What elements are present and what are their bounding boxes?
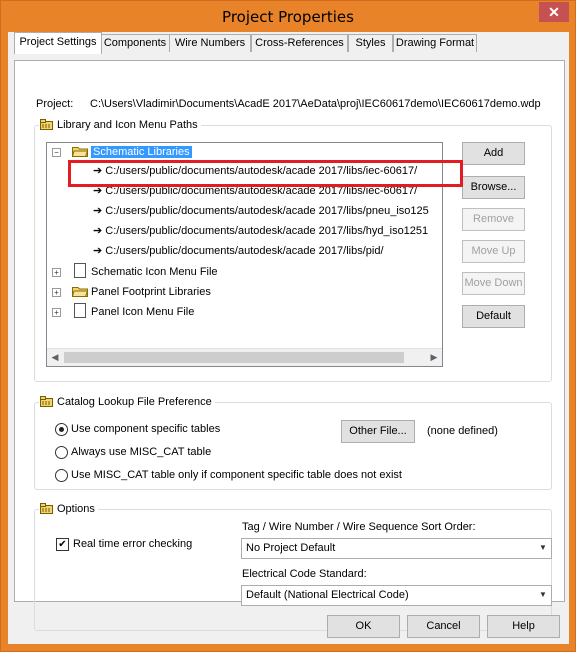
title-bar[interactable]: Project Properties ✕ bbox=[1, 1, 575, 31]
tab-project-settings[interactable]: Project Settings bbox=[14, 32, 102, 54]
collapse-icon[interactable]: − bbox=[52, 148, 61, 157]
close-icon[interactable]: ✕ bbox=[539, 2, 569, 22]
tree-node-path[interactable]: ➔ C:/users/public/documents/autodesk/aca… bbox=[93, 243, 384, 259]
help-button[interactable]: Help bbox=[487, 615, 560, 638]
browse-button[interactable]: Browse... bbox=[462, 176, 525, 199]
tree-node-schematic-libraries[interactable]: Schematic Libraries bbox=[91, 144, 192, 160]
scroll-right-icon[interactable]: ▶ bbox=[427, 351, 441, 364]
arrow-icon: ➔ bbox=[93, 225, 103, 237]
options-title: Options bbox=[39, 502, 98, 516]
add-button[interactable]: Add bbox=[462, 142, 525, 165]
sort-order-value: No Project Default bbox=[246, 542, 336, 554]
tree-node-path[interactable]: ➔ C:/users/public/documents/autodesk/aca… bbox=[93, 223, 428, 239]
catalog-lookup-group: Catalog Lookup File Preference Use compo… bbox=[34, 395, 552, 490]
radio-label[interactable]: Use MISC_CAT table only if component spe… bbox=[71, 469, 402, 481]
library-icon bbox=[40, 119, 53, 130]
chevron-down-icon[interactable]: ▼ bbox=[537, 589, 549, 601]
folder-open-icon bbox=[72, 287, 88, 297]
radio-misc-cat[interactable] bbox=[55, 446, 68, 459]
realtime-checkbox[interactable]: ✔ bbox=[56, 538, 69, 551]
arrow-icon: ➔ bbox=[93, 245, 103, 257]
code-standard-select[interactable]: Default (National Electrical Code) ▼ bbox=[241, 585, 552, 606]
other-file-status: (none defined) bbox=[427, 425, 498, 437]
library-icon bbox=[40, 396, 53, 407]
ok-button[interactable]: OK bbox=[327, 615, 400, 638]
scroll-thumb[interactable] bbox=[64, 352, 404, 363]
cancel-button[interactable]: Cancel bbox=[407, 615, 480, 638]
default-button[interactable]: Default bbox=[462, 305, 525, 328]
other-file-button[interactable]: Other File... bbox=[341, 420, 415, 443]
library-icon bbox=[40, 503, 53, 514]
move-down-button[interactable]: Move Down bbox=[462, 272, 525, 295]
tree-node-schematic-icon-menu[interactable]: Schematic Icon Menu File bbox=[91, 264, 218, 280]
window-title: Project Properties bbox=[222, 8, 354, 26]
project-properties-window: Project Properties ✕ Project Settings Co… bbox=[0, 0, 576, 652]
tab-wire-numbers[interactable]: Wire Numbers bbox=[169, 34, 251, 52]
radio-label[interactable]: Always use MISC_CAT table bbox=[71, 446, 211, 458]
project-settings-panel: Project: C:\Users\Vladimir\Documents\Aca… bbox=[14, 60, 565, 631]
radio-component-tables[interactable] bbox=[55, 423, 68, 436]
radio-label[interactable]: Use component specific tables bbox=[71, 423, 220, 435]
tree-node-path[interactable]: ➔ C:/users/public/documents/autodesk/aca… bbox=[93, 203, 429, 219]
tree-node-panel-footprint[interactable]: Panel Footprint Libraries bbox=[91, 284, 211, 300]
options-group: Options ✔ Real time error checking Tag /… bbox=[34, 502, 552, 631]
horizontal-scrollbar[interactable]: ◀ ▶ bbox=[47, 348, 442, 366]
radio-misc-cat-fallback[interactable] bbox=[55, 469, 68, 482]
document-icon bbox=[74, 303, 86, 318]
chevron-down-icon[interactable]: ▼ bbox=[537, 542, 549, 554]
project-path: C:\Users\Vladimir\Documents\AcadE 2017\A… bbox=[90, 98, 541, 110]
arrow-icon: ➔ bbox=[93, 205, 103, 217]
tab-cross-references[interactable]: Cross-References bbox=[251, 34, 348, 52]
tab-components[interactable]: Components bbox=[100, 34, 170, 52]
sort-order-select[interactable]: No Project Default ▼ bbox=[241, 538, 552, 559]
catalog-lookup-title: Catalog Lookup File Preference bbox=[39, 395, 215, 409]
highlight-box bbox=[68, 160, 463, 187]
move-up-button[interactable]: Move Up bbox=[462, 240, 525, 263]
folder-open-icon bbox=[72, 147, 88, 157]
expand-icon[interactable]: + bbox=[52, 268, 61, 277]
realtime-label[interactable]: Real time error checking bbox=[73, 538, 192, 550]
remove-button[interactable]: Remove bbox=[462, 208, 525, 231]
dialog-client: Project Settings Components Wire Numbers… bbox=[8, 32, 569, 644]
code-standard-value: Default (National Electrical Code) bbox=[246, 589, 409, 601]
library-paths-title: Library and Icon Menu Paths bbox=[39, 118, 201, 132]
scroll-left-icon[interactable]: ◀ bbox=[48, 351, 62, 364]
project-label: Project: bbox=[36, 98, 74, 110]
sort-order-label: Tag / Wire Number / Wire Sequence Sort O… bbox=[242, 521, 476, 533]
tree-node-panel-icon-menu[interactable]: Panel Icon Menu File bbox=[91, 304, 194, 320]
document-icon bbox=[74, 263, 86, 278]
expand-icon[interactable]: + bbox=[52, 288, 61, 297]
tab-styles[interactable]: Styles bbox=[348, 34, 393, 52]
tab-drawing-format[interactable]: Drawing Format bbox=[393, 34, 477, 52]
code-standard-label: Electrical Code Standard: bbox=[242, 568, 367, 580]
expand-icon[interactable]: + bbox=[52, 308, 61, 317]
